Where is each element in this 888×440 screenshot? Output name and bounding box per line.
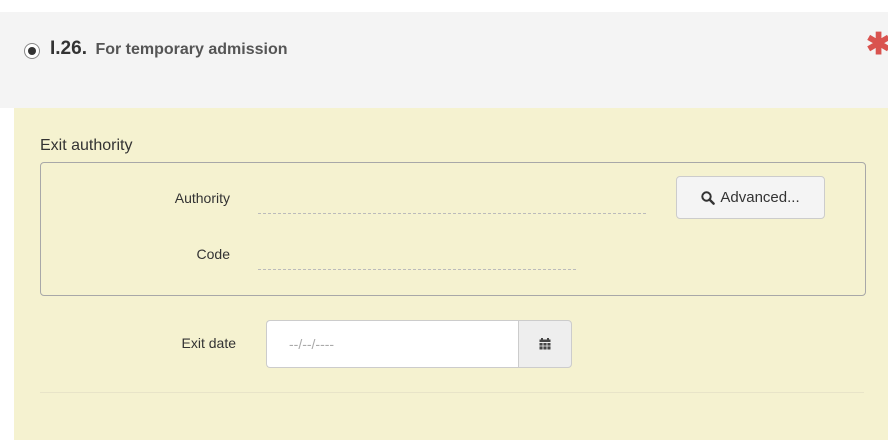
advanced-search-button[interactable]: Advanced... bbox=[676, 176, 825, 219]
search-icon bbox=[701, 190, 716, 205]
exit-authority-legend: Exit authority bbox=[40, 137, 133, 154]
calendar-icon bbox=[539, 338, 551, 350]
exit-date-input[interactable] bbox=[266, 320, 518, 368]
authority-field[interactable] bbox=[258, 213, 646, 214]
asterisk-icon: ✱ bbox=[866, 28, 888, 61]
divider bbox=[40, 392, 864, 393]
code-field[interactable] bbox=[258, 269, 576, 270]
code-label: Code bbox=[196, 246, 230, 262]
exit-date-label: Exit date bbox=[181, 335, 236, 351]
advanced-button-label: Advanced... bbox=[720, 189, 800, 206]
radio-selected-icon bbox=[28, 47, 36, 55]
section-title-text: For temporary admission bbox=[95, 41, 288, 58]
authority-label: Authority bbox=[174, 190, 230, 206]
section-number: I.26. bbox=[50, 38, 87, 59]
section-header bbox=[0, 12, 888, 108]
section-title: I.26. For temporary admission bbox=[50, 38, 287, 60]
section-radio-button[interactable] bbox=[24, 43, 40, 59]
calendar-button[interactable] bbox=[518, 320, 572, 368]
